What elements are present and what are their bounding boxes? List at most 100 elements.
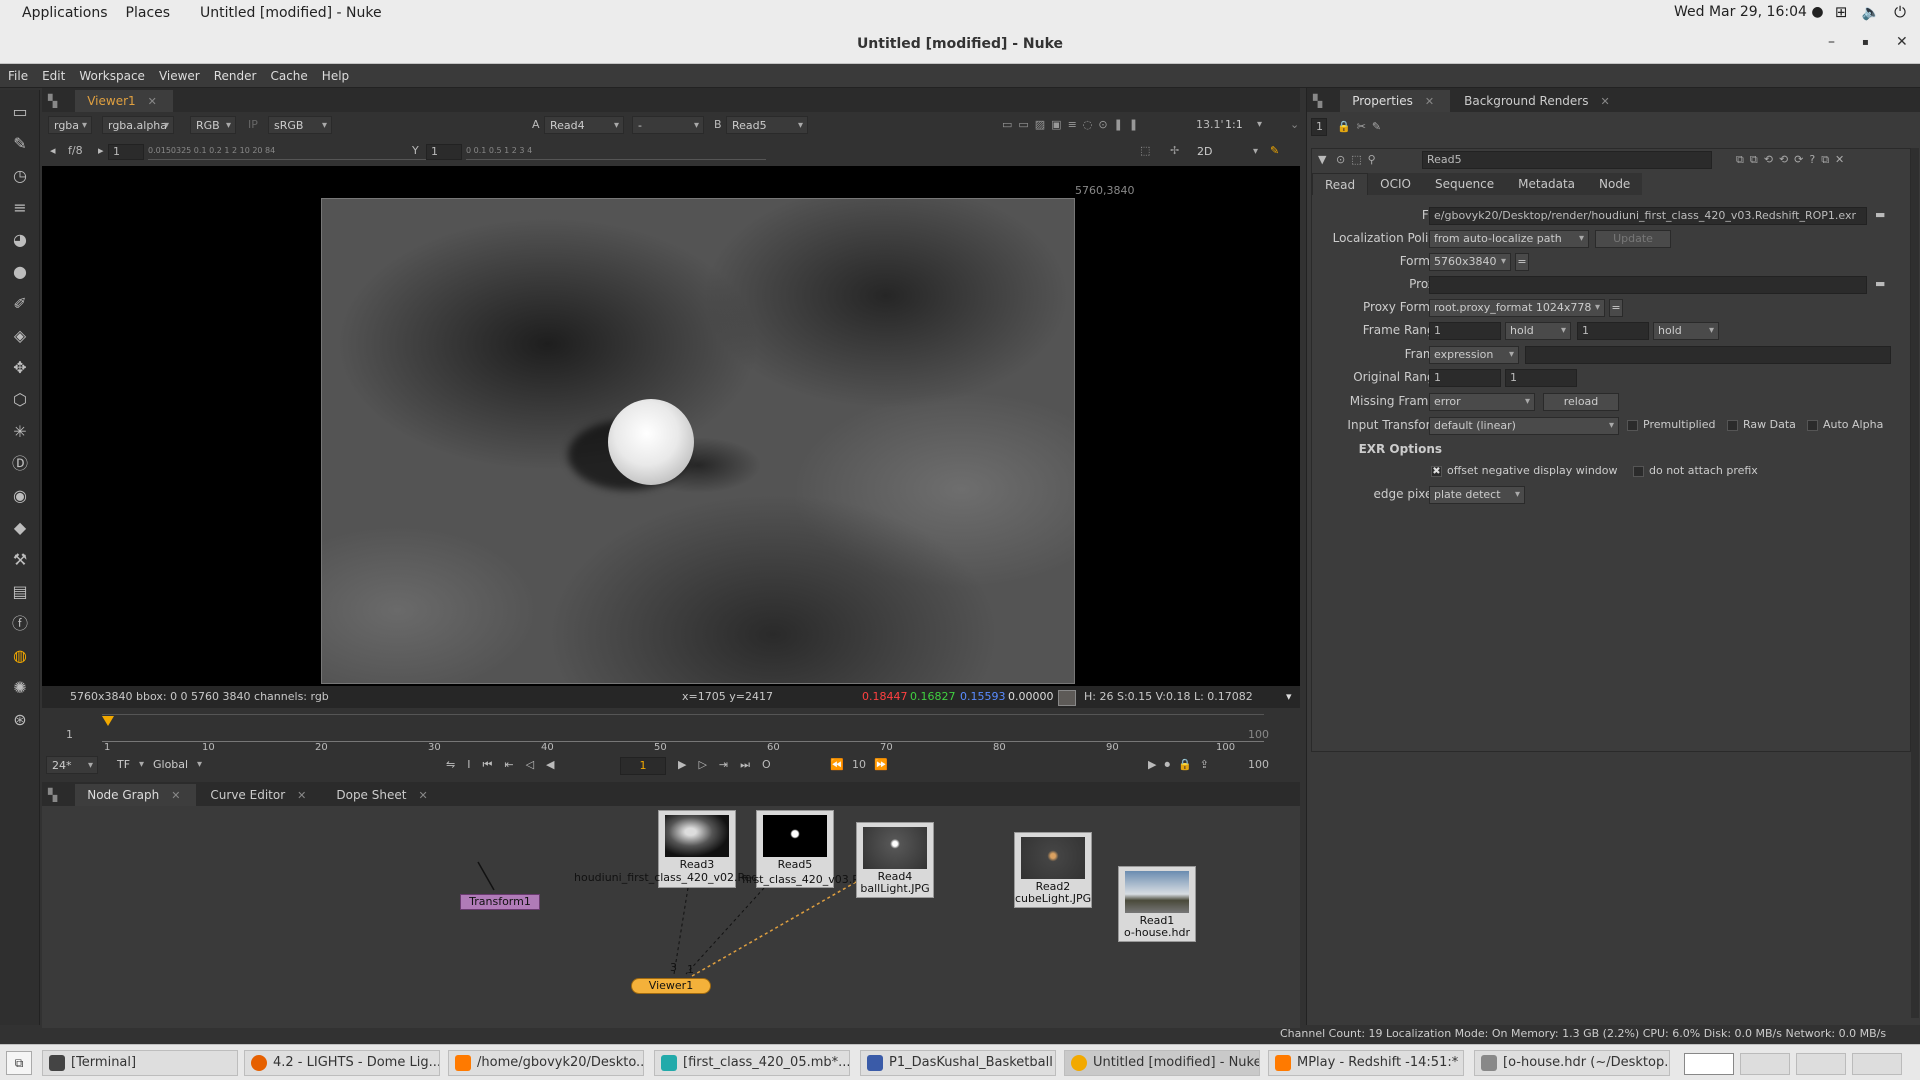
channels-dropdown[interactable]: rgba [48, 116, 92, 135]
format-dropdown[interactable]: 5760x3840 [1429, 253, 1511, 271]
subtab-node[interactable]: Node [1587, 173, 1643, 195]
properties-tool-icons[interactable]: 🔒✂✎ [1337, 118, 1387, 136]
node-header-icons[interactable]: ⊙⬚⚲ [1336, 151, 1382, 169]
subtab-read[interactable]: Read [1312, 173, 1369, 195]
merge-nodes-icon[interactable]: ◈ [8, 324, 32, 348]
time-nodes-icon[interactable]: ◷ [8, 164, 32, 188]
folder-icon[interactable]: ▬ [1875, 206, 1885, 224]
tab-properties[interactable]: Properties ✕ [1340, 90, 1451, 112]
node-header-right-icons[interactable]: ⧉⧉⟲⟲⟳?⧉✕ [1736, 151, 1850, 169]
fps-dropdown[interactable]: 24* [46, 756, 98, 775]
roi-icon[interactable]: ⬚ [1140, 142, 1150, 160]
node-viewer1[interactable]: Viewer1 [631, 978, 711, 994]
tf-dropdown[interactable]: TF [112, 756, 148, 774]
particles-icon[interactable]: ✺ [8, 676, 32, 700]
close-icon[interactable]: ✕ [148, 95, 157, 108]
reload-button[interactable]: reload [1543, 393, 1619, 411]
draw-nodes-icon[interactable]: ✎ [8, 132, 32, 156]
task-houdini[interactable]: /home/gbovyk20/Deskto... [448, 1050, 644, 1076]
premultiplied-checkbox[interactable] [1627, 420, 1638, 431]
transport-forward-icons[interactable]: ▶▷⇥⏭O [678, 756, 783, 774]
maximize-button[interactable]: ▪ [1862, 37, 1869, 48]
proxy-field[interactable] [1429, 276, 1867, 294]
update-button[interactable]: Update [1595, 230, 1671, 248]
ip-button[interactable]: IP [248, 116, 258, 134]
frame-expression-field[interactable] [1525, 346, 1891, 364]
lut-dropdown[interactable]: sRGB [268, 116, 332, 135]
localization-dropdown[interactable]: from auto-localize path [1429, 230, 1589, 248]
tab-viewer1[interactable]: Viewer1 ✕ [75, 90, 173, 112]
volume-icon[interactable]: 🔈 [1861, 3, 1880, 21]
workspace-2[interactable] [1740, 1053, 1790, 1075]
ratio-dropdown[interactable]: 1:1 [1220, 116, 1266, 134]
keyer-nodes-icon[interactable]: ✐ [8, 292, 32, 316]
tab-background-renders[interactable]: Background Renders ✕ [1452, 90, 1626, 112]
menu-viewer[interactable]: Viewer [159, 69, 200, 83]
3d-nodes-icon[interactable]: ⬡ [8, 388, 32, 412]
menu-edit[interactable]: Edit [42, 69, 65, 83]
cara-vr-icon[interactable]: ⊛ [8, 708, 32, 732]
edge-pixels-dropdown[interactable]: plate detect [1429, 486, 1525, 504]
subtab-ocio[interactable]: OCIO [1368, 173, 1423, 195]
menu-render[interactable]: Render [214, 69, 257, 83]
show-desktop-icon[interactable]: ⧉ [6, 1051, 32, 1075]
proxy-format-dropdown[interactable]: root.proxy_format 1024x778 [1429, 299, 1605, 317]
frame-range-end[interactable]: 1 [1577, 322, 1649, 340]
task-mplay[interactable]: MPlay - Redshift -14:51:* [1268, 1050, 1464, 1076]
input-transform-dropdown[interactable]: default (linear) [1429, 417, 1619, 435]
deep-nodes-icon[interactable]: Ⓓ [8, 452, 32, 476]
channel-nodes-icon[interactable]: ≡ [8, 196, 32, 220]
folder-icon[interactable]: ▬ [1875, 275, 1885, 293]
gain-slider[interactable]: 0.0150325 0.1 0.2 1 2 10 20 84 [148, 142, 444, 160]
subtab-metadata[interactable]: Metadata [1506, 173, 1587, 195]
playback-mode-icons[interactable]: ▶⏺🔒⇪ [1148, 756, 1217, 774]
merge-operation-dropdown[interactable]: - [632, 116, 704, 135]
panel-menu-icon[interactable]: ▚ [1307, 90, 1338, 112]
gamma-field[interactable]: 1 [426, 144, 462, 160]
panel-menu-icon[interactable]: ▚ [42, 90, 73, 112]
node-read1[interactable]: Read1 o-house.hdr [1118, 866, 1196, 942]
properties-scrollbar[interactable] [1911, 148, 1919, 1018]
after-dropdown[interactable]: hold [1653, 322, 1719, 340]
places-menu[interactable]: Places [126, 5, 171, 21]
step-value[interactable]: 10 [852, 756, 866, 774]
transform-handle-icon[interactable]: ✢ [1170, 142, 1179, 160]
before-dropdown[interactable]: hold [1505, 322, 1571, 340]
menu-cache[interactable]: Cache [270, 69, 307, 83]
subtab-sequence[interactable]: Sequence [1422, 173, 1507, 195]
global-dropdown[interactable]: Global [148, 756, 206, 774]
gain-field[interactable]: 1 [108, 144, 144, 160]
more-icon[interactable]: ⌄ [1290, 116, 1299, 134]
clock[interactable]: Wed Mar 29, 16:04 ● [1674, 4, 1824, 20]
step-back-icon[interactable]: ⏪ [830, 756, 844, 774]
alpha-dropdown[interactable]: rgba.alpha [102, 116, 174, 135]
node-graph-panel[interactable]: ▚ Node Graph ✕ Curve Editor ✕ Dope Sheet ✕ … [42, 782, 1300, 1028]
network-icon[interactable]: ⊞ [1835, 3, 1848, 21]
other-nodes-icon[interactable]: ▤ [8, 580, 32, 604]
fstop-value[interactable]: f/8 [68, 142, 83, 160]
task-maya[interactable]: [first_class_420_05.mb*... [654, 1050, 850, 1076]
views-nodes-icon[interactable]: ◉ [8, 484, 32, 508]
format-edit-button[interactable]: = [1515, 253, 1529, 271]
transport-back-icons[interactable]: ⇋I⏮⇤◁◀ [446, 756, 567, 774]
gamma-slider[interactable]: 0 0.1 0.5 1 2 3 4 [466, 142, 766, 160]
b-input-dropdown[interactable]: Read5 [726, 116, 808, 135]
collapse-icon[interactable]: ▼ [1318, 151, 1326, 169]
workspace-4[interactable] [1852, 1053, 1902, 1075]
fstop-next-icon[interactable]: ▸ [98, 142, 104, 160]
current-frame-field[interactable]: 1 [620, 757, 666, 775]
task-nuke[interactable]: Untitled [modified] - Nuke [1064, 1050, 1260, 1076]
power-icon[interactable]: ⏻ [1894, 3, 1906, 21]
auto-alpha-checkbox[interactable] [1807, 420, 1818, 431]
transform-nodes-icon[interactable]: ✥ [8, 356, 32, 380]
no-prefix-checkbox[interactable] [1633, 466, 1644, 477]
display-channel-dropdown[interactable]: RGB [190, 116, 236, 135]
expand-icon[interactable]: ▾ [1286, 686, 1292, 708]
frame-range-start[interactable]: 1 [1429, 322, 1501, 340]
close-icon[interactable]: ✕ [1425, 95, 1434, 108]
filter-nodes-icon[interactable]: ● [8, 260, 32, 284]
timeline-slider[interactable]: 1 10 20 30 40 50 60 70 80 90 100 [102, 714, 1264, 754]
view-mode-dropdown[interactable]: 2D [1192, 143, 1262, 161]
applications-menu[interactable]: Applications [8, 5, 108, 21]
original-range-start[interactable]: 1 [1429, 369, 1501, 387]
